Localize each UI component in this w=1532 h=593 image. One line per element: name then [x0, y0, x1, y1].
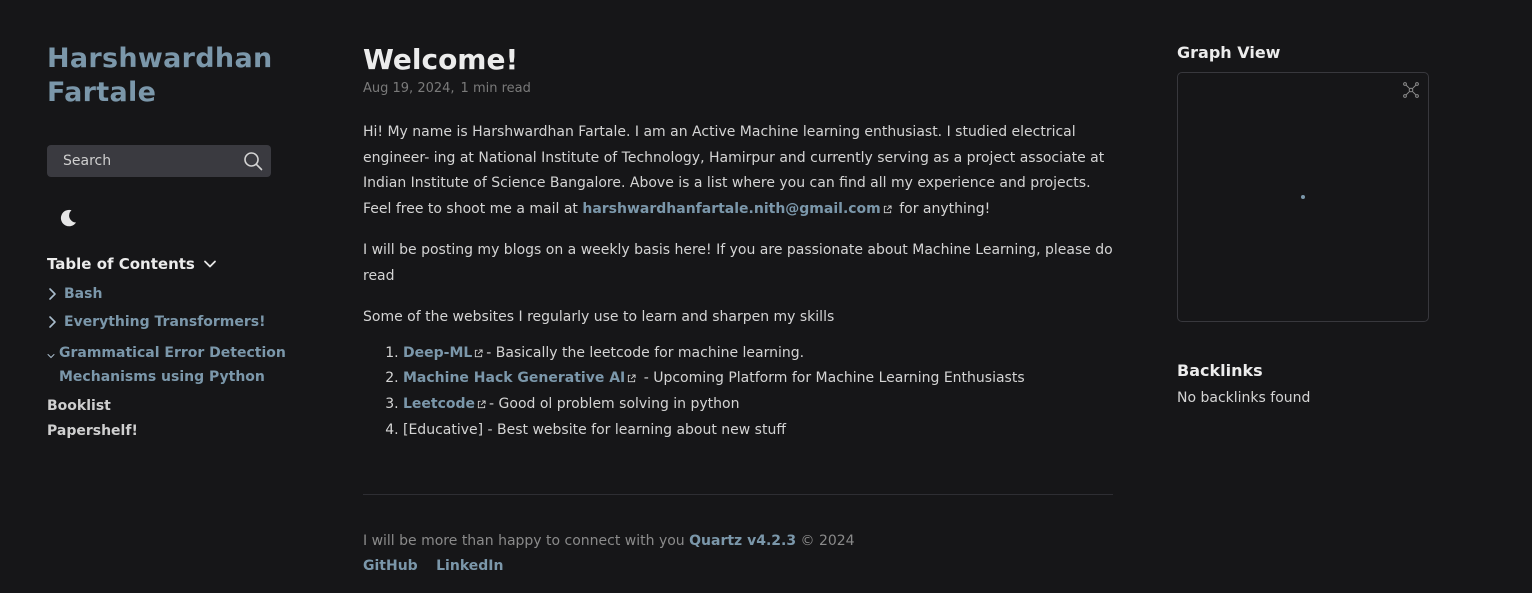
toc-list: Bash Everything Transformers! Grammatica…: [47, 285, 287, 389]
backlinks-empty: No backlinks found: [1177, 390, 1311, 406]
external-link-icon: [883, 204, 892, 213]
table-of-contents: Table of Contents Bash Everything Transf…: [47, 255, 287, 442]
article: Welcome! Aug 19, 2024, 1 min read Hi! My …: [363, 42, 1113, 579]
chevron-down-icon: [203, 260, 216, 268]
toc-item-label-line1: Grammatical Error Detection: [59, 345, 286, 361]
footer-copyright: © 2024: [796, 532, 855, 549]
list-item-text: - Basically the leetcode for machine lea…: [486, 344, 805, 361]
chevron-right-icon: [49, 288, 56, 300]
toc-item-label-line2: Mechanisms using Python: [59, 369, 265, 385]
global-graph-icon[interactable]: [1402, 81, 1420, 99]
websites-paragraph: Some of the websites I regularly use to …: [363, 309, 835, 325]
toc-item-grammatical-error-detection[interactable]: Grammatical Error Detection Mechanisms u…: [47, 341, 287, 389]
article-read-time: 1 min read: [460, 81, 531, 96]
toc-header-label: Table of Contents: [47, 255, 195, 273]
footer-links: GitHub LinkedIn: [363, 554, 1113, 579]
toc-item-label: Bash: [64, 286, 103, 302]
list-item: [Educative] - Best website for learning …: [403, 418, 1113, 444]
chevron-right-icon: [49, 316, 56, 328]
external-link-icon: [628, 374, 636, 383]
article-date: Aug 19, 2024,: [363, 81, 455, 96]
email-link[interactable]: harshwardhanfartale.nith@gmail.com: [582, 201, 880, 217]
deep-ml-link[interactable]: Deep-ML: [403, 345, 472, 361]
graph-node[interactable]: [1301, 195, 1305, 199]
list-item-text: [Educative] - Best website for learning …: [403, 421, 786, 438]
backlinks: Backlinks No backlinks found: [1177, 360, 1429, 406]
footer: I will be more than happy to connect wit…: [363, 529, 1113, 579]
booklist-link[interactable]: Booklist: [47, 395, 287, 417]
left-sidebar: Harshwardhan Fartale Search Table of Con…: [47, 42, 287, 442]
blog-paragraph: I will be posting my blogs on a weekly b…: [363, 242, 1113, 284]
search-label: Search: [63, 153, 112, 169]
list-item: Leetcode - Good ol problem solving in pyt…: [403, 392, 1113, 418]
websites-list: Deep-ML - Basically the leetcode for mach…: [363, 341, 1113, 444]
article-meta: Aug 19, 2024, 1 min read: [363, 81, 1113, 96]
list-item: Machine Hack Generative AI - Upcoming Pl…: [403, 366, 1113, 392]
site-title[interactable]: Harshwardhan Fartale: [47, 42, 287, 110]
github-link[interactable]: GitHub: [363, 558, 418, 574]
footer-credit: I will be more than happy to connect wit…: [363, 529, 1113, 554]
papershelf-link[interactable]: Papershelf!: [47, 420, 287, 442]
intro-paragraph: Hi! My name is Harshwardhan Fartale. I a…: [363, 120, 1113, 222]
search-button[interactable]: Search: [47, 145, 271, 177]
external-link-icon: [475, 348, 483, 357]
footer-text: I will be more than happy to connect wit…: [363, 532, 690, 549]
divider: [363, 493, 1113, 495]
external-link-icon: [477, 400, 486, 409]
moon-icon[interactable]: [57, 207, 79, 229]
chevron-down-icon: [47, 354, 55, 359]
toc-item-bash[interactable]: Bash: [47, 285, 287, 303]
list-item: Deep-ML - Basically the leetcode for mach…: [403, 341, 1113, 367]
leetcode-link[interactable]: Leetcode: [403, 396, 475, 412]
list-item-text: - Good ol problem solving in python: [489, 396, 740, 413]
right-sidebar: Graph View Backlinks No backlinks found: [1177, 42, 1429, 406]
machine-hack-link[interactable]: Machine Hack Generative AI: [403, 370, 625, 386]
page-title: Welcome!: [363, 43, 519, 76]
toc-item-transformers[interactable]: Everything Transformers!: [47, 313, 287, 331]
graph-view[interactable]: [1177, 72, 1429, 322]
list-item-text: - Upcoming Platform for Machine Learning…: [639, 370, 1025, 387]
graph-view-title: Graph View: [1177, 43, 1281, 62]
toc-item-label: Everything Transformers!: [64, 314, 266, 330]
toc-item-label: Grammatical Error Detection Mechanisms u…: [59, 341, 286, 389]
toc-toggle[interactable]: Table of Contents: [47, 255, 287, 273]
quartz-link[interactable]: Quartz v4.2.3: [689, 533, 796, 549]
linkedin-link[interactable]: LinkedIn: [436, 558, 503, 574]
page: Harshwardhan Fartale Search Table of Con…: [0, 0, 1532, 593]
backlinks-title: Backlinks: [1177, 361, 1263, 380]
site-title-line1[interactable]: Harshwardhan: [47, 43, 273, 74]
search-icon: [244, 152, 263, 171]
site-title-line2[interactable]: Fartale: [47, 77, 156, 108]
intro-text-end: for anything!: [894, 200, 991, 217]
